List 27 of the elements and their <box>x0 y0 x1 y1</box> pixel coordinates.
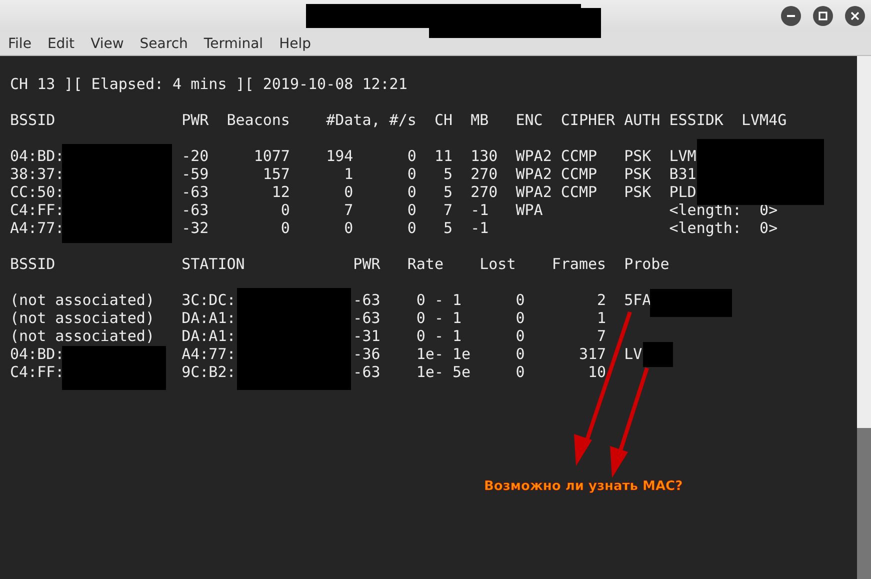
terminal-line: A4:77: -32 0 0 0 5 -1 <length: 0> <box>10 219 778 237</box>
terminal-line: (not associated) DA:A1: -31 0 - 1 0 7 <box>10 327 606 345</box>
scrollbar[interactable] <box>857 56 871 579</box>
terminal-line: (not associated) 3C:DC: -63 0 - 1 0 2 5FA <box>10 291 652 309</box>
menu-item[interactable]: Terminal <box>204 36 264 52</box>
menu-item[interactable]: File <box>8 36 32 52</box>
terminal-line: 04:BD: A4:77: -36 1e- 1e 0 317 LV <box>10 345 642 363</box>
redaction-block <box>643 342 673 367</box>
scrollbar-thumb[interactable] <box>857 428 871 579</box>
table-header: BSSID PWR Beacons #Data, #/s CH MB ENC CIPHER AUTH ESSIDK LVM4G <box>10 111 787 129</box>
minimize-button[interactable] <box>781 6 801 26</box>
terminal-line: 38:37: -59 157 1 0 5 270 WPA2 CCMP PSK B31 <box>10 165 696 183</box>
terminal-line: 04:BD: -20 1077 194 0 11 130 WPA2 CCMP PSK LVM <box>10 147 696 165</box>
close-icon <box>850 11 860 21</box>
menu-item[interactable]: Help <box>279 36 311 52</box>
terminal-line: (not associated) DA:A1: -63 0 - 1 0 1 <box>10 309 606 327</box>
close-button[interactable] <box>845 6 865 26</box>
annotation-text: Возможно ли узнать MAC? <box>484 479 683 494</box>
table-header: BSSID STATION PWR Rate Lost Frames Probe <box>10 255 670 273</box>
menu-item[interactable]: Search <box>140 36 188 52</box>
menu-item[interactable]: Edit <box>47 36 75 52</box>
terminal-line: CH 13 ][ Elapsed: 4 mins ][ 2019-10-08 12:21 <box>10 75 408 93</box>
menu-item[interactable]: View <box>90 36 124 52</box>
terminal-line: CC:50: -63 12 0 0 5 270 WPA2 CCMP PSK PLD <box>10 183 696 201</box>
terminal-line: C4:FF: 9C:B2: -63 1e- 5e 0 10 <box>10 363 606 381</box>
maximize-icon <box>818 11 828 21</box>
maximize-button[interactable] <box>813 6 833 26</box>
